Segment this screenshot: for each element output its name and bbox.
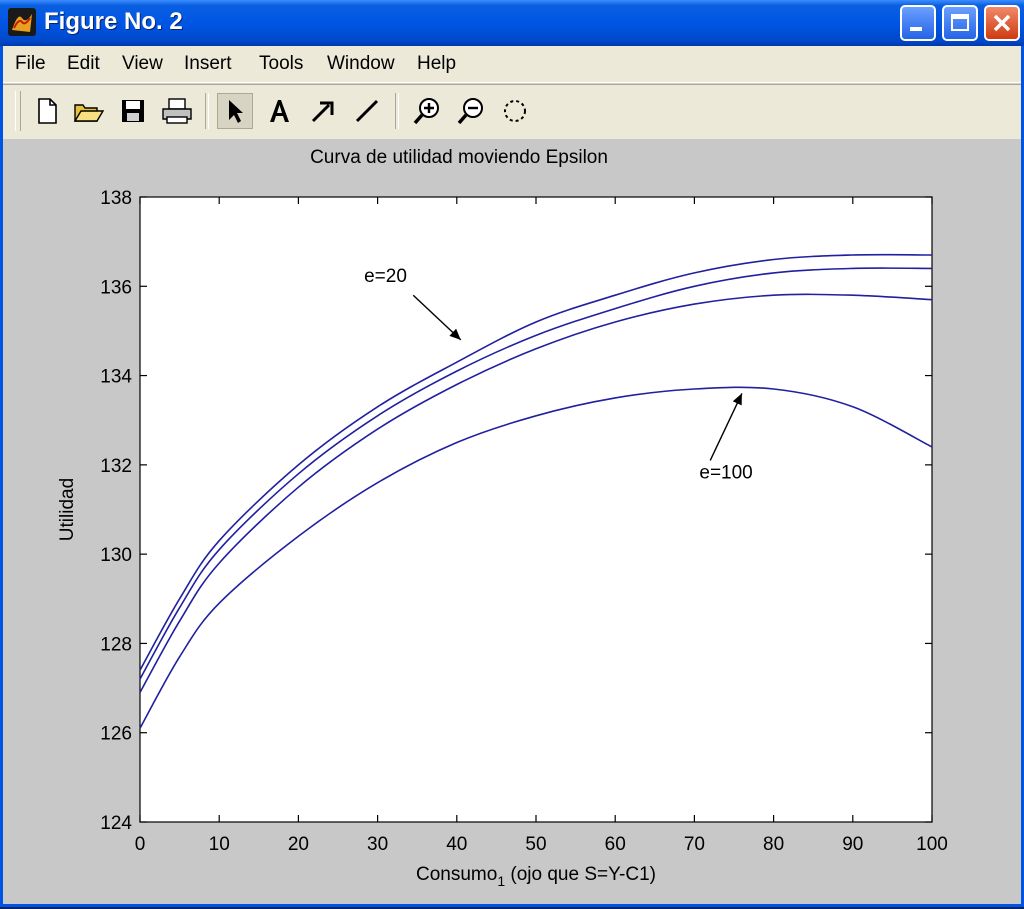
open-folder-icon — [73, 104, 105, 122]
menu-tools[interactable]: Tools — [259, 53, 303, 75]
x-tick-label: 0 — [135, 834, 146, 855]
print-icon — [162, 98, 192, 124]
y-tick-label: 138 — [100, 188, 132, 209]
chart-title: Curva de utilidad moviendo Epsilon — [310, 147, 608, 168]
select-arrow-icon — [229, 100, 243, 123]
text-tool-button[interactable] — [261, 93, 297, 129]
matlab-icon — [8, 8, 36, 36]
rotate-icon — [504, 100, 526, 122]
x-tick-label: 70 — [684, 834, 705, 855]
utility-chart[interactable]: 0 10 20 30 40 50 60 70 80 90 100 124 126 128 130 132 134… — [3, 139, 1021, 904]
minimize-button[interactable] — [900, 5, 936, 41]
close-icon — [993, 14, 1011, 32]
title-bar[interactable]: Figure No. 2 — [0, 0, 1024, 46]
annotation-label: e=100 — [699, 462, 752, 483]
y-tick-label: 126 — [100, 724, 132, 745]
arrow-tool-button[interactable] — [305, 93, 341, 129]
window-title: Figure No. 2 — [44, 8, 183, 35]
toolbar-grip[interactable] — [15, 91, 21, 131]
close-button[interactable] — [984, 5, 1020, 41]
menu-insert[interactable]: Insert — [184, 53, 232, 75]
y-tick-label: 128 — [100, 634, 132, 655]
x-tick-label: 50 — [525, 834, 546, 855]
print-button[interactable] — [159, 93, 195, 129]
x-tick-label: 10 — [209, 834, 230, 855]
x-axis-label: Consumo1 (ojo que S=Y-C1) — [416, 864, 656, 889]
new-file-icon — [38, 98, 57, 124]
figure-window: Figure No. 2 File Edit View Insert Tools… — [0, 0, 1024, 907]
arrow-tool-icon — [311, 101, 334, 123]
x-tick-label: 100 — [916, 834, 948, 855]
zoom-out-icon — [457, 98, 483, 125]
maximize-button[interactable] — [942, 5, 978, 41]
y-tick-label: 134 — [100, 367, 132, 388]
rotate-button[interactable] — [497, 93, 533, 129]
x-tick-label: 80 — [763, 834, 784, 855]
zoom-out-button[interactable] — [453, 93, 489, 129]
select-button[interactable] — [217, 93, 253, 129]
menu-view[interactable]: View — [122, 53, 163, 75]
menu-help[interactable]: Help — [417, 53, 456, 75]
toolbar — [3, 84, 1021, 140]
x-tick-label: 30 — [367, 834, 388, 855]
x-tick-label: 60 — [605, 834, 626, 855]
menu-edit[interactable]: Edit — [67, 53, 100, 75]
x-tick-label: 40 — [446, 834, 467, 855]
save-icon — [122, 100, 144, 122]
y-axis-label: Utilidad — [57, 478, 78, 541]
menu-file[interactable]: File — [15, 53, 46, 75]
y-tick-label: 132 — [100, 456, 132, 477]
minimize-icon — [910, 27, 922, 31]
maximize-icon — [951, 14, 969, 31]
new-file-button[interactable] — [29, 93, 65, 129]
figure-canvas: 0 10 20 30 40 50 60 70 80 90 100 124 126 128 130 132 134… — [3, 139, 1021, 904]
x-tick-label: 90 — [842, 834, 863, 855]
save-button[interactable] — [115, 93, 151, 129]
menu-bar: File Edit View Insert Tools Window Help — [3, 46, 1021, 83]
annotation-label: e=20 — [364, 266, 407, 287]
text-tool-icon — [270, 100, 289, 122]
y-tick-label: 124 — [100, 813, 132, 834]
y-tick-label: 136 — [100, 277, 132, 298]
line-tool-button[interactable] — [349, 93, 385, 129]
x-tick-label: 20 — [288, 834, 309, 855]
open-button[interactable] — [71, 93, 107, 129]
zoom-in-button[interactable] — [409, 93, 445, 129]
zoom-in-icon — [413, 98, 439, 125]
line-tool-icon — [355, 99, 379, 123]
menu-window[interactable]: Window — [327, 53, 395, 75]
y-tick-label: 130 — [100, 545, 132, 566]
